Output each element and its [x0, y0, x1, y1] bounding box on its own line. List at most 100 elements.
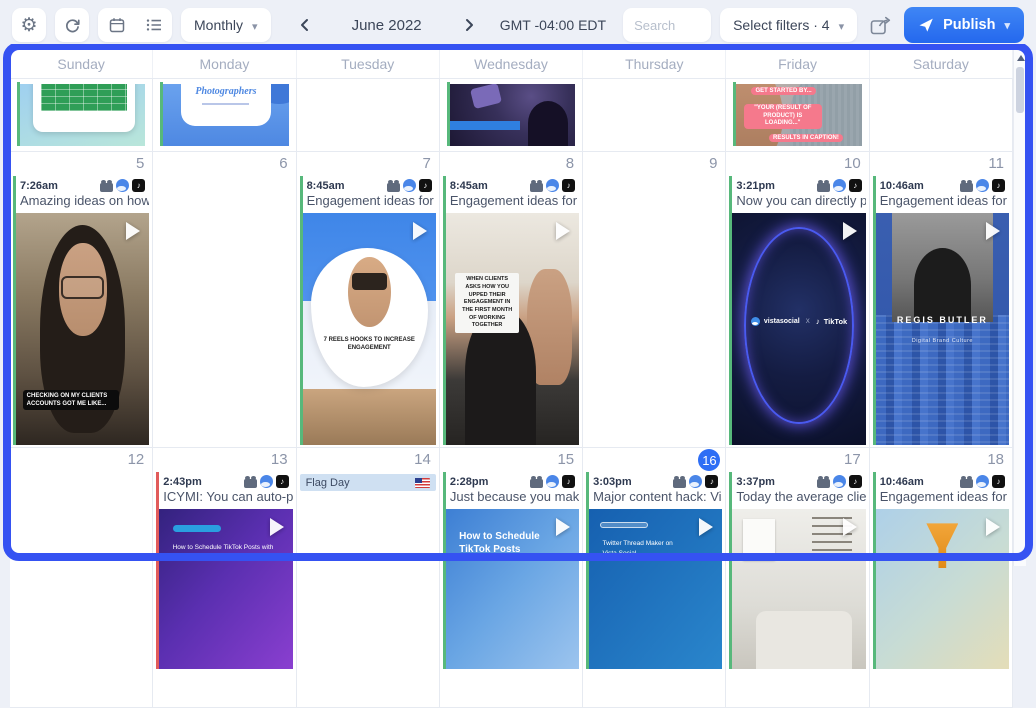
- calendar-cell[interactable]: 1110:46am♪Engagement ideas for ...REGIS …: [870, 152, 1013, 448]
- calendar-cell[interactable]: [583, 79, 726, 152]
- calendar-cell[interactable]: 6: [153, 152, 296, 448]
- calendar-cell[interactable]: GET STARTED BY..."YOUR (RESULT OF PRODUC…: [726, 79, 869, 152]
- post-thumbnail[interactable]: 7 REELS HOOKS TO INCREASE ENGAGEMENT: [303, 213, 436, 445]
- post-thumbnail[interactable]: Twitter Thread Maker on Vista Social: [589, 509, 722, 669]
- calendar-cell[interactable]: Photographers: [153, 79, 296, 152]
- calendar-cell[interactable]: 103:21pm♪Now you can directly p...vistas…: [726, 152, 869, 448]
- post-time: 10:46am: [880, 476, 924, 488]
- post-thumbnail[interactable]: [732, 509, 865, 669]
- decor: [352, 273, 387, 289]
- post-item[interactable]: [17, 82, 145, 146]
- calendar-cell[interactable]: 12: [10, 448, 153, 708]
- post-thumbnail[interactable]: WHEN CLIENTS ASKS HOW YOU UPPED THEIR EN…: [446, 213, 579, 445]
- calendar-cell[interactable]: 9: [583, 152, 726, 448]
- post-thumbnail[interactable]: [450, 84, 575, 146]
- calendar-cell[interactable]: [10, 79, 153, 152]
- date-row: 14: [297, 448, 439, 472]
- day-header: Friday: [726, 49, 869, 78]
- calendar-cell[interactable]: 88:45am♪Engagement ideas for ...WHEN CLI…: [440, 152, 583, 448]
- post-thumbnail[interactable]: Photographers: [163, 84, 288, 146]
- post-thumbnail[interactable]: How to Schedule TikTok Posts: [446, 509, 579, 669]
- play-icon: [556, 222, 570, 240]
- calendar-week-row: 12132:43pm♪ICYMI: You can auto-p...How t…: [10, 448, 1013, 708]
- post-title: Amazing ideas on how ...: [16, 193, 149, 211]
- tiktok-icon: ♪: [276, 475, 289, 488]
- tiktok-icon: ♪: [992, 475, 1005, 488]
- calendar-cell[interactable]: 132:43pm♪ICYMI: You can auto-p...How to …: [153, 448, 296, 708]
- post-item[interactable]: 2:28pm♪Just because you mak...How to Sch…: [443, 472, 579, 669]
- post-item[interactable]: Photographers: [160, 82, 288, 146]
- calendar-cell[interactable]: 14 Flag Day: [297, 448, 440, 708]
- vertical-scrollbar[interactable]: [1013, 49, 1026, 566]
- month-label: June 2022: [352, 17, 422, 34]
- post-thumbnail[interactable]: How to Schedule TikTok Posts with Vista …: [159, 509, 292, 669]
- post-item[interactable]: 3:37pm♪Today the average clie...: [729, 472, 865, 669]
- post-thumbnail[interactable]: [20, 84, 145, 146]
- post-item[interactable]: 10:46am♪Engagement ideas for ...REGIS BU…: [873, 176, 1009, 445]
- video-camera-icon: [387, 183, 400, 192]
- list-view-button[interactable]: [135, 8, 172, 42]
- calendar-cell[interactable]: 17 3:37pm♪Today the average clie...: [726, 448, 869, 708]
- us-flag-icon: [415, 478, 430, 488]
- post-title: Today the average clie...: [732, 489, 865, 507]
- post-item[interactable]: 8:45am♪Engagement ideas for ...WHEN CLIE…: [443, 176, 579, 445]
- post-item[interactable]: 3:03pm♪Major content hack: Vis...Twitter…: [586, 472, 722, 669]
- calendar-cell[interactable]: 152:28pm♪Just because you mak...How to S…: [440, 448, 583, 708]
- post-item[interactable]: 7:26am♪Amazing ideas on how ...CHECKING …: [13, 176, 149, 445]
- day-header-row: SundayMondayTuesdayWednesdayThursdayFrid…: [10, 49, 1013, 79]
- calendar-cell[interactable]: 1810:46am♪Engagement ideas for ...: [870, 448, 1013, 708]
- date-label: 17: [844, 451, 861, 470]
- calendar-cell[interactable]: 7 8:45am♪Engagement ideas for ...7 REELS …: [297, 152, 440, 448]
- timezone-label: GMT -04:00 EDT: [500, 17, 606, 33]
- scroll-up-arrow-icon[interactable]: [1017, 55, 1025, 61]
- profile-avatar-icon: [116, 179, 129, 192]
- post-item[interactable]: 8:45am♪Engagement ideas for ...7 REELS H…: [300, 176, 436, 445]
- post-thumbnail[interactable]: [876, 509, 1009, 669]
- post-time: 3:37pm: [736, 476, 775, 488]
- post-thumbnail[interactable]: CHECKING ON MY CLIENTS ACCOUNTS GOT ME L…: [16, 213, 149, 445]
- post-item[interactable]: 2:43pm♪ICYMI: You can auto-p...How to Sc…: [156, 472, 292, 669]
- post-item[interactable]: 3:21pm♪Now you can directly p...vistasoc…: [729, 176, 865, 445]
- holiday-event[interactable]: Flag Day: [300, 474, 436, 491]
- video-camera-icon: [100, 183, 113, 192]
- export-icon: [870, 16, 891, 35]
- filters-dropdown[interactable]: Select filters · 4: [720, 8, 857, 42]
- post-icons: ♪: [387, 179, 432, 192]
- post-item[interactable]: [447, 82, 575, 146]
- export-button[interactable]: [866, 12, 895, 39]
- date-label: 14: [414, 451, 431, 470]
- post-thumbnail[interactable]: GET STARTED BY..."YOUR (RESULT OF PRODUC…: [736, 84, 861, 146]
- date-label: 7: [423, 155, 431, 174]
- calendar-cell[interactable]: 163:03pm♪Major content hack: Vis...Twitt…: [583, 448, 726, 708]
- post-thumbnail[interactable]: vistasocialX♪TikTok: [732, 213, 865, 445]
- filters-label: Select filters · 4: [733, 17, 829, 33]
- day-header: Thursday: [583, 49, 726, 78]
- date-row: 16: [583, 448, 725, 472]
- date-row: 12: [10, 448, 152, 472]
- thumbnail-caption: RESULTS IN CAPTION!: [769, 134, 843, 142]
- calendar-cell[interactable]: [297, 79, 440, 152]
- calendar-cell[interactable]: [440, 79, 583, 152]
- publish-label: Publish: [943, 17, 995, 33]
- prev-month-button[interactable]: [296, 14, 313, 36]
- search-input[interactable]: [623, 8, 711, 42]
- play-icon: [413, 222, 427, 240]
- post-header: 10:46am ♪: [876, 472, 1009, 489]
- post-thumbnail[interactable]: REGIS BUTLERDigital Brand Culture: [876, 213, 1009, 445]
- post-item[interactable]: GET STARTED BY..."YOUR (RESULT OF PRODUC…: [733, 82, 861, 146]
- calendar-week-row: Photographers GET STARTED BY..."YOUR (RES…: [10, 79, 1013, 152]
- thumbnail-caption: "YOUR (RESULT OF PRODUCT) IS LOADING...": [744, 104, 822, 129]
- view-mode-dropdown[interactable]: Monthly: [181, 8, 271, 42]
- profile-avatar-icon: [260, 475, 273, 488]
- next-month-button[interactable]: [461, 14, 478, 36]
- calendar-cell[interactable]: 57:26am♪Amazing ideas on how ...CHECKING…: [10, 152, 153, 448]
- calendar-cell[interactable]: [870, 79, 1013, 152]
- decor: [348, 257, 391, 327]
- profile-avatar-icon: [833, 475, 846, 488]
- refresh-button[interactable]: [55, 8, 89, 42]
- calendar-view-button[interactable]: [98, 8, 135, 42]
- post-item[interactable]: 10:46am♪Engagement ideas for ...: [873, 472, 1009, 669]
- settings-button[interactable]: ⚙: [12, 8, 46, 42]
- publish-button[interactable]: Publish: [904, 7, 1024, 43]
- scrollbar-thumb[interactable]: [1016, 67, 1024, 113]
